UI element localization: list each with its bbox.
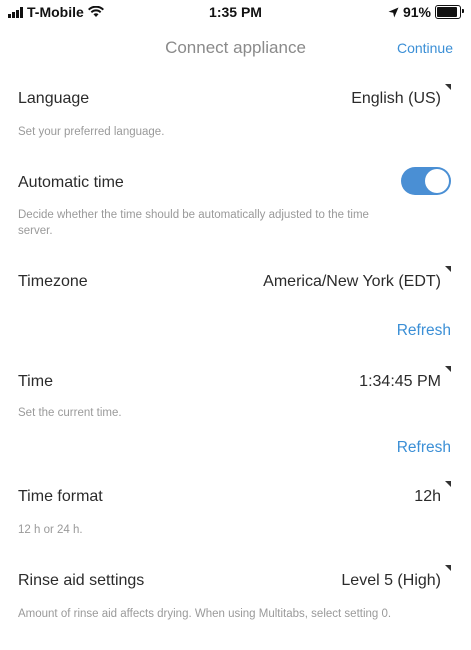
battery-icon: [435, 5, 464, 19]
time-value[interactable]: 1:34:45 PM: [359, 373, 441, 391]
automatic-time-toggle[interactable]: [401, 167, 451, 195]
language-value[interactable]: English (US): [351, 90, 441, 108]
time-title: Time: [18, 373, 53, 390]
rinse-aid-description: Amount of rinse aid affects drying. When…: [18, 608, 392, 620]
time-format-description: 12 h or 24 h.: [18, 524, 83, 536]
status-bar-right: 91%: [388, 4, 464, 20]
navigation-bar: Connect appliance Continue: [0, 30, 471, 66]
rinse-aid-title: Rinse aid settings: [18, 572, 145, 589]
rinse-aid-value[interactable]: Level 5 (High): [341, 572, 441, 590]
dropdown-caret-icon: [445, 481, 451, 487]
status-bar: T-Mobile 1:35 PM 91%: [0, 0, 471, 26]
language-description: Set your preferred language.: [18, 126, 165, 138]
automatic-time-description: Decide whether the time should be automa…: [18, 209, 369, 237]
automatic-time-title: Automatic time: [18, 174, 124, 191]
time-description: Set the current time.: [18, 407, 122, 419]
location-arrow-icon: [388, 7, 399, 17]
time-refresh-button[interactable]: Refresh: [397, 439, 451, 457]
dropdown-caret-icon: [445, 366, 451, 372]
battery-percent: 91%: [402, 4, 431, 20]
continue-button[interactable]: Continue: [397, 40, 453, 56]
dropdown-caret-icon: [445, 565, 451, 571]
timezone-title: Timezone: [18, 273, 88, 290]
timezone-value[interactable]: America/New York (EDT): [263, 273, 441, 291]
dropdown-caret-icon: [445, 266, 451, 272]
time-format-value[interactable]: 12h: [414, 488, 441, 506]
timezone-refresh-button[interactable]: Refresh: [397, 322, 451, 340]
toggle-knob: [425, 169, 449, 193]
time-format-title: Time format: [18, 488, 103, 505]
language-title: Language: [18, 90, 90, 107]
dropdown-caret-icon: [445, 84, 451, 90]
